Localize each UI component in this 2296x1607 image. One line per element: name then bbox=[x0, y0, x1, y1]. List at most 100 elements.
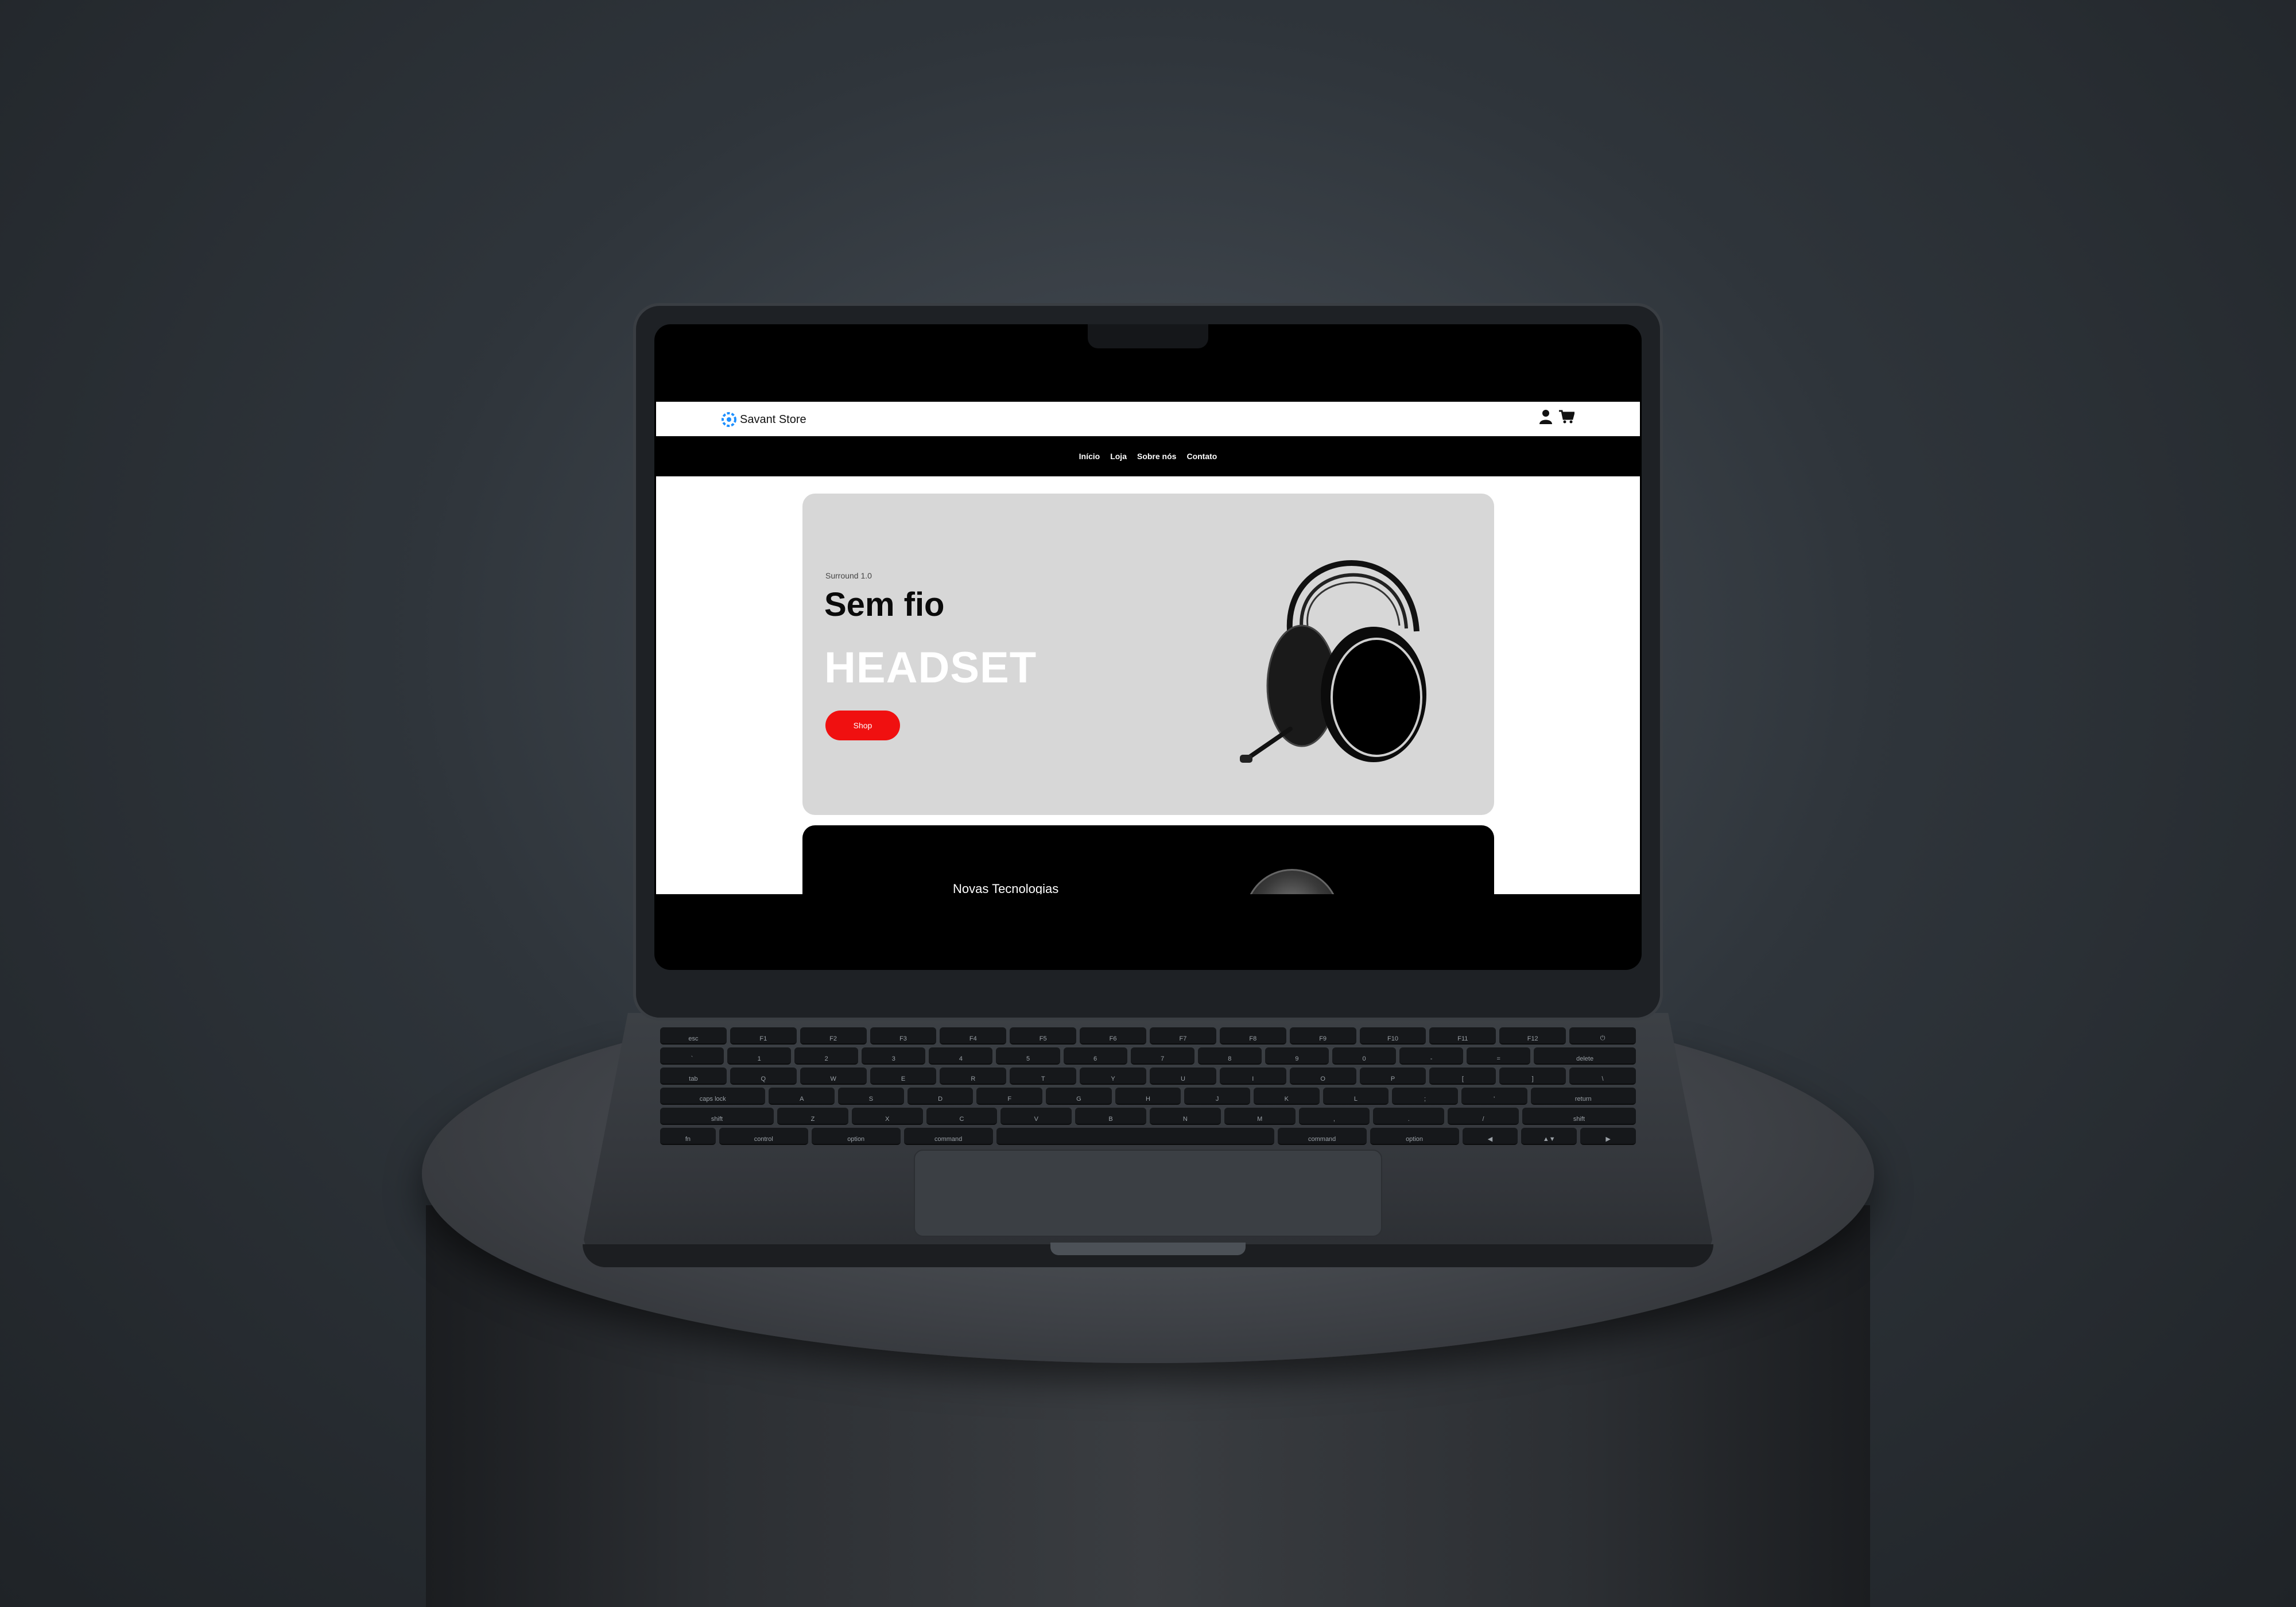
keyboard-key[interactable]: Z bbox=[777, 1108, 848, 1125]
keyboard-key[interactable]: 8 bbox=[1197, 1047, 1262, 1065]
keyboard-key[interactable]: 6 bbox=[1063, 1047, 1127, 1065]
keyboard-key[interactable]: ; bbox=[1392, 1088, 1458, 1105]
nav-item-sobre-nos[interactable]: Sobre nós bbox=[1137, 452, 1176, 461]
keyboard-row: ` 1 2 3 4 5 6 7 8 9 0- = delete bbox=[660, 1047, 1636, 1065]
keyboard-key[interactable]: P bbox=[1359, 1068, 1426, 1085]
keyboard-key[interactable]: shift bbox=[1522, 1108, 1636, 1125]
keyboard-key[interactable]: G bbox=[1046, 1088, 1112, 1105]
keyboard-key[interactable]: F8 bbox=[1219, 1027, 1286, 1045]
nav-item-contato[interactable]: Contato bbox=[1186, 452, 1217, 461]
keyboard-key[interactable]: shift bbox=[660, 1108, 774, 1125]
camera-notch bbox=[1088, 324, 1208, 348]
shop-button[interactable]: Shop bbox=[825, 711, 900, 740]
keyboard-key[interactable] bbox=[996, 1128, 1274, 1145]
keyboard-key[interactable]: F3 bbox=[870, 1027, 937, 1045]
keyboard-key[interactable]: 1 bbox=[727, 1047, 792, 1065]
keyboard-key[interactable]: K bbox=[1253, 1088, 1320, 1105]
keyboard-key[interactable]: X bbox=[851, 1108, 923, 1125]
keyboard-key[interactable]: B bbox=[1075, 1108, 1146, 1125]
keyboard-key[interactable]: N bbox=[1149, 1108, 1221, 1125]
keyboard-key[interactable]: I bbox=[1219, 1068, 1286, 1085]
nav-item-loja[interactable]: Loja bbox=[1110, 452, 1127, 461]
keyboard-key[interactable]: W bbox=[800, 1068, 867, 1085]
keyboard-key[interactable]: return bbox=[1530, 1088, 1636, 1105]
keyboard-key[interactable]: A bbox=[769, 1088, 835, 1105]
trackpad[interactable] bbox=[914, 1150, 1382, 1237]
keyboard-key[interactable]: ' bbox=[1461, 1088, 1527, 1105]
keyboard-key[interactable]: J bbox=[1184, 1088, 1250, 1105]
nav-item-inicio[interactable]: Início bbox=[1079, 452, 1100, 461]
keyboard-key[interactable]: = bbox=[1467, 1047, 1531, 1065]
keyboard-key[interactable]: F6 bbox=[1080, 1027, 1146, 1045]
keyboard-key[interactable]: F7 bbox=[1149, 1027, 1216, 1045]
keyboard-key[interactable]: 7 bbox=[1130, 1047, 1194, 1065]
user-icon[interactable] bbox=[1539, 409, 1553, 427]
keyboard-key[interactable]: F10 bbox=[1359, 1027, 1426, 1045]
keyboard-key[interactable]: F9 bbox=[1289, 1027, 1356, 1045]
keyboard-key[interactable]: tab bbox=[660, 1068, 727, 1085]
headset-image bbox=[1239, 522, 1445, 778]
keyboard-key[interactable]: F12 bbox=[1499, 1027, 1566, 1045]
keyboard-key[interactable]: , bbox=[1298, 1108, 1370, 1125]
keyboard-key[interactable]: M bbox=[1224, 1108, 1296, 1125]
brand-logo[interactable]: Savant Store bbox=[720, 411, 806, 428]
keyboard: esc F1 F2 F3 F4 F5 F6 F7 F8 F9 F10 F11 F12 ⏻ ` 1 2 3 4 5 6 7 8… bbox=[660, 1027, 1636, 1145]
keyboard-key[interactable]: control bbox=[719, 1128, 808, 1145]
laptop-base-notch bbox=[1050, 1243, 1246, 1255]
promo-title: Novas Tecnologias bbox=[953, 882, 1059, 894]
keyboard-key[interactable]: H bbox=[1115, 1088, 1181, 1105]
keyboard-key[interactable]: caps lock bbox=[660, 1088, 766, 1105]
keyboard-key[interactable]: ◀ bbox=[1462, 1128, 1518, 1145]
keyboard-key[interactable]: ` bbox=[660, 1047, 724, 1065]
keyboard-key[interactable]: [ bbox=[1429, 1068, 1496, 1085]
keyboard-key[interactable]: L bbox=[1322, 1088, 1389, 1105]
keyboard-key[interactable]: 2 bbox=[794, 1047, 859, 1065]
keyboard-key[interactable]: C bbox=[926, 1108, 998, 1125]
keyboard-key[interactable]: . bbox=[1373, 1108, 1445, 1125]
hero-eyebrow: Surround 1.0 bbox=[825, 571, 872, 580]
keyboard-key[interactable]: 4 bbox=[929, 1047, 993, 1065]
keyboard-key[interactable]: E bbox=[870, 1068, 937, 1085]
keyboard-key[interactable]: / bbox=[1448, 1108, 1519, 1125]
keyboard-key[interactable]: ⏻ bbox=[1569, 1027, 1636, 1045]
website-screen: Savant Store Início Loja Sobre nós Conta… bbox=[656, 402, 1640, 894]
keyboard-key[interactable]: R bbox=[940, 1068, 1007, 1085]
keyboard-key[interactable]: V bbox=[1000, 1108, 1072, 1125]
hero-banner: Surround 1.0 Sem fio HEADSET Shop bbox=[802, 494, 1494, 815]
keyboard-key[interactable]: ▲▼ bbox=[1521, 1128, 1577, 1145]
keyboard-key[interactable]: F2 bbox=[800, 1027, 867, 1045]
keyboard-key[interactable]: F1 bbox=[730, 1027, 797, 1045]
brand-logo-icon bbox=[720, 411, 738, 428]
keyboard-key[interactable]: - bbox=[1399, 1047, 1464, 1065]
keyboard-key[interactable]: 9 bbox=[1265, 1047, 1329, 1065]
keyboard-key[interactable]: ▶ bbox=[1580, 1128, 1636, 1145]
keyboard-key[interactable]: option bbox=[811, 1128, 901, 1145]
keyboard-key[interactable]: F5 bbox=[1010, 1027, 1077, 1045]
keyboard-key[interactable]: D bbox=[907, 1088, 974, 1105]
keyboard-key[interactable]: command bbox=[1277, 1128, 1367, 1145]
site-header: Savant Store bbox=[656, 402, 1640, 436]
keyboard-key[interactable]: delete bbox=[1534, 1047, 1636, 1065]
keyboard-key[interactable]: S bbox=[838, 1088, 904, 1105]
cart-icon[interactable] bbox=[1558, 409, 1575, 427]
hero-subtitle: Sem fio bbox=[824, 586, 945, 623]
keyboard-key[interactable]: esc bbox=[660, 1027, 727, 1045]
keyboard-key[interactable]: option bbox=[1370, 1128, 1459, 1145]
keyboard-key[interactable]: ] bbox=[1499, 1068, 1566, 1085]
keyboard-key[interactable]: 0 bbox=[1332, 1047, 1397, 1065]
keyboard-key[interactable]: 5 bbox=[996, 1047, 1060, 1065]
keyboard-key[interactable]: F11 bbox=[1429, 1027, 1496, 1045]
keyboard-key[interactable]: F bbox=[976, 1088, 1043, 1105]
keyboard-key[interactable]: Q bbox=[730, 1068, 797, 1085]
keyboard-key[interactable]: O bbox=[1289, 1068, 1356, 1085]
keyboard-key[interactable]: F4 bbox=[940, 1027, 1007, 1045]
keyboard-key[interactable]: Y bbox=[1080, 1068, 1146, 1085]
keyboard-key[interactable]: fn bbox=[660, 1128, 716, 1145]
keyboard-key[interactable]: U bbox=[1149, 1068, 1216, 1085]
keyboard-key[interactable]: command bbox=[903, 1128, 993, 1145]
keyboard-key[interactable]: T bbox=[1010, 1068, 1077, 1085]
promo-product-image bbox=[1244, 869, 1340, 894]
keyboard-key[interactable]: \ bbox=[1569, 1068, 1636, 1085]
keyboard-key[interactable]: 3 bbox=[862, 1047, 926, 1065]
keyboard-row: fn control option command command option ◀ ▲▼ ▶ bbox=[660, 1128, 1636, 1145]
